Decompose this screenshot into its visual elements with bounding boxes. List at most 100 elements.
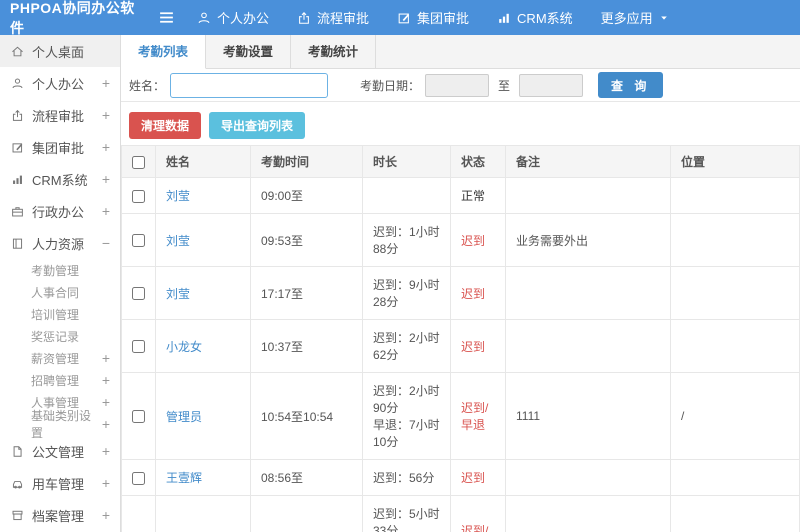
cell-remark: 1111 (505, 372, 671, 460)
cell-remark: 业务需要外出 (505, 213, 671, 267)
name-filter-input[interactable] (170, 72, 329, 98)
sidebar-subitem-reward-punishment-records[interactable]: 奖惩记录 (0, 325, 120, 347)
row-checkbox[interactable] (132, 189, 145, 203)
sidebar-item-personal-office[interactable]: 个人办公 + (0, 67, 120, 99)
sidebar-subitem-label: 薪资管理 (31, 351, 80, 366)
sidebar-subitem-basic-category-settings[interactable]: 基础类别设置 + (0, 409, 120, 440)
cell-status: 迟到/早退 (450, 495, 506, 532)
column-header: 考勤时间 (250, 145, 363, 178)
nav-item-group-approval[interactable]: 集团审批 (397, 8, 469, 27)
sidebar-subitem-label: 基础类别设置 (31, 409, 92, 440)
user-icon (12, 77, 23, 88)
expand-toggle-icon: + (101, 475, 110, 491)
table-row: 小龙女 10:37至 迟到：2小时62分 迟到 (121, 319, 800, 373)
sidebar-item-label: 行政办公 (32, 204, 85, 220)
cell-remark (505, 459, 671, 496)
filter-bar: 姓名： 考勤日期： 至 查 询 (121, 69, 800, 102)
expand-toggle-icon: + (101, 507, 110, 523)
nav-item-crm-system[interactable]: CRM系统 (497, 8, 573, 27)
flow-icon (12, 109, 23, 121)
sidebar-subitem-salary-management[interactable]: 薪资管理 + (0, 347, 120, 369)
expand-toggle-icon: + (101, 416, 110, 432)
name-filter-label: 姓名： (129, 78, 166, 93)
employee-link[interactable]: 刘莹 (166, 287, 190, 301)
row-checkbox[interactable] (132, 340, 145, 354)
cell-checkbox (121, 177, 156, 214)
date-to-input[interactable] (519, 73, 584, 97)
sidebar-subitem-attendance-management[interactable]: 考勤管理 (0, 259, 120, 281)
table-body: 刘莹 09:00至 正常 刘莹 09:53至 迟到：1小时88分 迟到 业务需要外出 刘莹 17:… (121, 177, 800, 532)
sidebar-subitem-label: 考勤管理 (31, 263, 80, 278)
row-checkbox[interactable] (132, 234, 145, 248)
sidebar-subitem-label: 人事合同 (31, 285, 80, 300)
nav-item-label: 更多应用 (600, 11, 653, 26)
attendance-table-wrap: 姓名 考勤时间 时长 状态 备注 位置 刘莹 09:00至 正常 刘莹 09:53至 迟到：1小时8… (121, 145, 800, 532)
row-checkbox[interactable] (132, 287, 145, 301)
sidebar-item-vehicle-management[interactable]: 用车管理 + (0, 467, 120, 499)
main-layout: 个人桌面 个人办公 + 流程审批 + 集团审批 + CRM系统 + 行政办公 + 人力资源 − 考勤管理人… (0, 35, 800, 532)
row-checkbox[interactable] (132, 410, 145, 424)
sidebar-item-human-resources[interactable]: 人力资源 − (0, 227, 120, 259)
column-header: 姓名 (155, 145, 251, 178)
employee-link[interactable]: 管理员 (166, 410, 202, 424)
cell-checkbox (121, 372, 156, 460)
column-header: 状态 (450, 145, 506, 178)
tab-attendance-settings[interactable]: 考勤设置 (206, 35, 292, 68)
edit-icon (398, 13, 410, 23)
sidebar-toggle-button[interactable] (158, 9, 175, 26)
cell-remark (505, 319, 671, 373)
sidebar-subitem-recruitment-management[interactable]: 招聘管理 + (0, 369, 120, 391)
table-row: 黄蓉13:20至13:20迟到：5小时33分早退：4小时67分迟到/早退 / (121, 495, 800, 532)
table-row: 刘莹 09:00至 正常 (121, 177, 800, 214)
search-button[interactable]: 查 询 (598, 72, 664, 98)
sidebar-item-label: 档案管理 (32, 508, 85, 524)
table-row: 管理员 10:54至10:54 迟到：2小时90分 早退：7小时10分 迟到/早退 111… (121, 372, 800, 460)
cell-duration: 迟到：2小时62分 (362, 319, 451, 373)
navbar-menu: 个人办公 流程审批 集团审批 CRM系统 更多应用 (197, 8, 669, 27)
cell-status: 迟到/早退 (450, 372, 506, 460)
sidebar-item-crm-system[interactable]: CRM系统 + (0, 163, 120, 195)
nav-item-personal-office[interactable]: 个人办公 (197, 8, 269, 27)
row-checkbox[interactable] (132, 471, 145, 485)
cell-duration: 迟到：2小时90分 早退：7小时10分 (362, 372, 451, 460)
sidebar-item-label: 集团审批 (32, 140, 85, 156)
tab-attendance-list[interactable]: 考勤列表 (121, 35, 207, 69)
table-row: 刘莹 09:53至 迟到：1小时88分 迟到 业务需要外出 (121, 213, 800, 267)
briefcase-icon (12, 206, 23, 216)
cell-duration: 迟到：56分 (362, 459, 451, 496)
expand-toggle-icon: + (101, 350, 110, 366)
cell-status: 迟到 (450, 319, 506, 373)
employee-link[interactable]: 刘莹 (166, 189, 190, 203)
nav-item-workflow-approval[interactable]: 流程审批 (297, 8, 369, 27)
employee-link[interactable]: 小龙女 (166, 340, 202, 354)
tab-attendance-stats[interactable]: 考勤统计 (291, 35, 377, 68)
sidebar-item-admin-office[interactable]: 行政办公 + (0, 195, 120, 227)
flow-icon (299, 11, 309, 24)
cell-duration: 迟到：1小时88分 (362, 213, 451, 267)
sidebar-item-label: 人力资源 (32, 236, 85, 252)
date-from-input[interactable] (425, 73, 490, 97)
export-list-button[interactable]: 导出查询列表 (209, 112, 306, 139)
sidebar-item-label: 用车管理 (32, 476, 85, 492)
employee-link[interactable]: 刘莹 (166, 234, 190, 248)
employee-link[interactable]: 王壹辉 (166, 471, 202, 485)
cell-duration (362, 177, 451, 214)
cell-location (670, 177, 800, 214)
nav-item-more-apps[interactable]: 更多应用 (601, 8, 669, 27)
sidebar-subitem-training-management[interactable]: 培训管理 (0, 303, 120, 325)
sidebar-item-group-approval[interactable]: 集团审批 + (0, 131, 120, 163)
clean-data-button[interactable]: 清理数据 (129, 112, 202, 139)
sidebar-item-personal-desktop[interactable]: 个人桌面 (0, 35, 120, 67)
sidebar-item-label: 公文管理 (32, 444, 85, 460)
cell-remark (505, 495, 671, 532)
sidebar-subitem-label: 招聘管理 (31, 373, 80, 388)
sidebar-item-workflow-approval[interactable]: 流程审批 + (0, 99, 120, 131)
car-icon (12, 480, 23, 488)
sidebar-item-archive-management[interactable]: 档案管理 + (0, 499, 120, 531)
cell-name: 王壹辉 (155, 459, 251, 496)
sidebar-item-label: CRM系统 (32, 172, 88, 188)
edit-icon (12, 142, 23, 152)
expand-toggle-icon: + (101, 75, 110, 91)
sidebar-subitem-personnel-contract[interactable]: 人事合同 (0, 281, 120, 303)
select-all-checkbox[interactable] (132, 155, 145, 169)
